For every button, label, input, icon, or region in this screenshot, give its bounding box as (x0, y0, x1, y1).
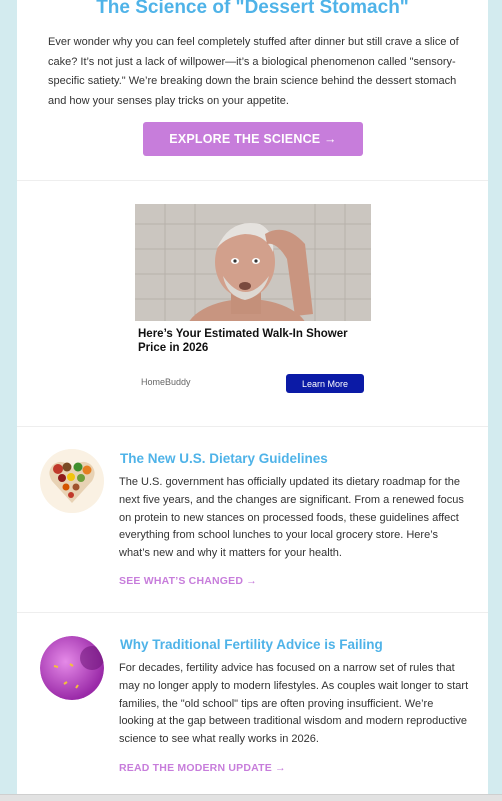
divider (17, 612, 488, 613)
read-modern-update-link[interactable]: READ THE MODERN UPDATE → (119, 762, 286, 774)
explore-science-button[interactable]: EXPLORE THE SCIENCE → (143, 122, 363, 156)
learn-more-button[interactable]: Learn More (286, 374, 364, 393)
newsletter-card: The Science of "Dessert Stomach" Ever wo… (17, 0, 488, 800)
article-title-fertility[interactable]: Why Traditional Fertility Advice is Fail… (120, 637, 383, 652)
article-title-dietary-guidelines[interactable]: The New U.S. Dietary Guidelines (120, 451, 328, 466)
ad-image[interactable] (135, 204, 371, 321)
hero-title: The Science of "Dessert Stomach" (96, 0, 409, 18)
ad-source: HomeBuddy (141, 377, 191, 387)
divider (17, 426, 488, 427)
article-text-dietary-guidelines: The U.S. government has officially updat… (119, 476, 464, 560)
hero-text: Ever wonder why you can feel completely … (48, 36, 459, 107)
fertility-cell-icon (40, 636, 104, 700)
heart-food-icon (40, 449, 104, 513)
shower-man-photo (135, 204, 371, 321)
article-text-fertility: For decades, fertility advice has focuse… (119, 662, 469, 746)
see-whats-changed-link[interactable]: SEE WHAT’S CHANGED → (119, 575, 257, 587)
divider (17, 180, 488, 181)
ad-headline[interactable]: Here’s Your Estimated Walk-In Shower Pri… (138, 327, 378, 355)
